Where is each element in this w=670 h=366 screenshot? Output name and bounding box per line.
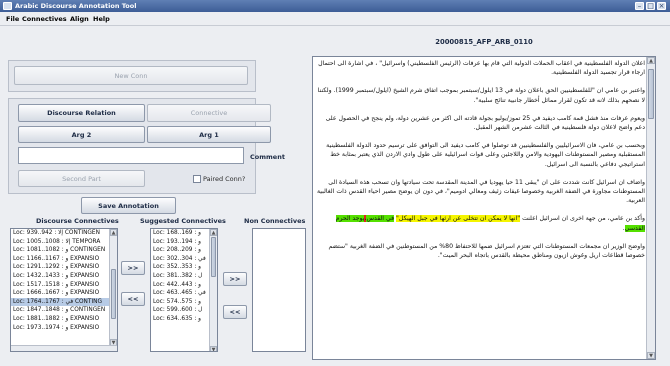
app-icon	[3, 2, 12, 10]
arg-highlight: "انها لا يمكن ان تتخلى عن ارثها في جبل ا…	[396, 215, 521, 223]
list-item[interactable]: Loc: 1517..1518 : و EXPANSIO	[11, 281, 111, 290]
list-item[interactable]: Loc: 193..194 : و	[151, 238, 211, 247]
minimize-icon[interactable]: –	[635, 2, 644, 10]
discourse-connectives-heading: Discourse Connectives	[36, 217, 119, 225]
list-item[interactable]: Loc: 574..575 : و	[151, 298, 211, 307]
discourse-connectives-list[interactable]: Loc: 939..942 : إلا CONTINGEN Loc: 1005..…	[10, 228, 118, 352]
document-text[interactable]: اعلان الدولة الفلسطينية في اعقاب الحملات…	[315, 59, 645, 269]
suggested-connectives-heading: Suggested Connectives	[140, 217, 226, 225]
new-conn-button[interactable]: New Conn	[14, 66, 248, 85]
second-part-button[interactable]: Second Part	[18, 170, 145, 187]
scroll-down-icon[interactable]: ▼	[647, 352, 655, 359]
list-item[interactable]: Loc: 1005..1008 : إلا TEMPORA	[11, 238, 111, 247]
move-to-discourse-button[interactable]: >>	[121, 261, 145, 275]
arg1-button[interactable]: Arg 1	[147, 126, 271, 143]
list-item[interactable]: Loc: 1291..1292 : و EXPANSIO	[11, 263, 111, 272]
doc-text-run: وأكد بن عامي، من جهة اخرى ان اسرائيل اعل…	[520, 215, 645, 223]
save-annotation-button[interactable]: Save Annotation	[81, 197, 176, 214]
discourse-relation-button[interactable]: Discourse Relation	[18, 104, 145, 122]
scroll-thumb[interactable]	[211, 237, 216, 277]
list-item[interactable]: Loc: 352..353 : و	[151, 263, 211, 272]
list-item[interactable]: Loc: 208..209 : و	[151, 246, 211, 255]
arg2-button[interactable]: Arg 2	[18, 126, 145, 143]
non-connectives-list[interactable]	[252, 228, 306, 352]
list-item[interactable]: Loc: 463..465 : في	[151, 289, 211, 298]
list-item[interactable]: Loc: 1081..1082 : و CONTINGEN	[11, 246, 111, 255]
doc-paragraph: واعتبر بن عامي ان "للفلسطينيين الحق باعل…	[317, 87, 645, 104]
list-item[interactable]: Loc: 634..635 : و	[151, 315, 211, 324]
list-item[interactable]: Loc: 1432..1433 : و EXPANSIO	[11, 272, 111, 281]
list-item[interactable]: Loc: 1973..1974 : و EXPANSIO	[11, 324, 111, 333]
scroll-thumb[interactable]	[111, 269, 116, 319]
scroll-thumb[interactable]	[648, 69, 654, 119]
list-item[interactable]: Loc: 939..942 : إلا CONTINGEN	[11, 229, 111, 238]
scroll-up-icon[interactable]: ▲	[210, 229, 217, 236]
menu-bar: File Connectives Align Help	[0, 12, 670, 26]
connective-button[interactable]: Connective	[147, 104, 271, 122]
move-to-suggested-button[interactable]: <<	[121, 292, 145, 306]
window-title-bar[interactable]: Arabic Discourse Annotation Tool	[0, 0, 670, 12]
discourse-list-hscrollbar[interactable]	[11, 345, 117, 351]
close-icon[interactable]: ×	[657, 2, 666, 10]
list-item[interactable]: Loc: 1764..1767 : في CONTING	[11, 297, 111, 307]
menu-help[interactable]: Help	[93, 12, 110, 26]
list-item[interactable]: Loc: 302..304 : في	[151, 255, 211, 264]
doc-paragraph: اعلان الدولة الفلسطينية في اعقاب الحملات…	[318, 60, 645, 77]
doc-paragraph: وبحسب بن عامي، فان الاسرائيليين والفلسطي…	[326, 142, 645, 168]
menu-align[interactable]: Align	[70, 12, 89, 26]
list-item[interactable]: Loc: 1847..1848 : و CONTINGEN	[11, 306, 111, 315]
list-item[interactable]: Loc: 381..382 : ل	[151, 272, 211, 281]
scroll-up-icon[interactable]: ▲	[647, 57, 655, 64]
comment-label: Comment	[250, 153, 285, 161]
move-to-non-connectives-button[interactable]: >>	[223, 272, 247, 286]
document-title: 20000815_AFP_ARB_0110	[435, 38, 533, 46]
list-item[interactable]: Loc: 599..600 : ل	[151, 306, 211, 315]
list-item[interactable]: Loc: 1166..1167 : و EXPANSIO	[11, 255, 111, 264]
list-item[interactable]: Loc: 442..443 : و	[151, 281, 211, 290]
maximize-icon[interactable]: □	[646, 2, 655, 10]
doc-paragraph: واضاف ان اسرائيل كانت شددت على ان "يبقى …	[316, 178, 645, 205]
doc-paragraph: واوضح الوزير ان مجمعات المستوطنات التي ت…	[328, 242, 645, 260]
scroll-up-icon[interactable]: ▲	[110, 229, 117, 236]
move-from-non-connectives-button[interactable]: <<	[223, 305, 247, 319]
list-item[interactable]: Loc: 168..169 : و	[151, 229, 211, 238]
menu-connectives[interactable]: Connectives	[22, 12, 67, 26]
suggested-connectives-list[interactable]: Loc: 168..169 : و Loc: 193..194 : و Loc: 2…	[150, 228, 218, 352]
paired-conn-label: Paired Conn?	[203, 175, 246, 183]
non-connectives-heading: Non Connectives	[244, 217, 306, 225]
list-item[interactable]: Loc: 1881..1882 : و EXPANSIO	[11, 315, 111, 324]
scroll-down-icon[interactable]: ▼	[210, 346, 217, 351]
doc-paragraph: ويعوم عرفات منذ فشل قمة كامب ديفيد في 25…	[325, 114, 645, 132]
comment-input[interactable]	[18, 147, 244, 164]
arg2-highlight: في القدس	[366, 215, 395, 223]
document-text-area[interactable]: اعلان الدولة الفلسطينية في اعقاب الحملات…	[312, 56, 656, 360]
window-title: Arabic Discourse Annotation Tool	[15, 2, 137, 10]
suggested-list-scrollbar[interactable]: ▲ ▼	[209, 229, 217, 351]
paired-conn-checkbox[interactable]	[193, 175, 201, 183]
menu-file[interactable]: File	[6, 12, 19, 26]
doc-paragraph-highlighted: وأكد بن عامي، من جهة اخرى ان اسرائيل اعل…	[315, 214, 645, 232]
list-item[interactable]: Loc: 1666..1667 : و EXPANSIO	[11, 289, 111, 298]
document-scrollbar[interactable]: ▲ ▼	[646, 57, 655, 359]
discourse-list-scrollbar[interactable]: ▲ ▼	[109, 229, 117, 346]
